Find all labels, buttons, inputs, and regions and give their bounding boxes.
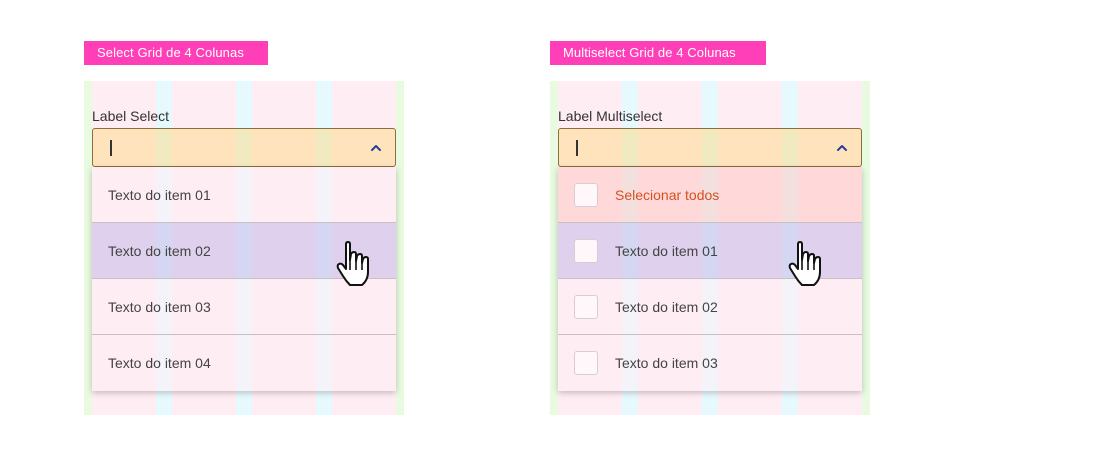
chevron-up-icon[interactable] [369, 141, 383, 155]
checkbox-icon[interactable] [574, 295, 598, 319]
checkbox-icon[interactable] [574, 239, 598, 263]
hand-pointer-icon [336, 241, 369, 286]
chevron-up-icon[interactable] [835, 141, 849, 155]
option-label: Texto do item 01 [615, 243, 718, 259]
select-all-label: Selecionar todos [615, 187, 720, 203]
checkbox-icon[interactable] [574, 183, 598, 207]
text-caret [110, 140, 112, 156]
checkbox-icon[interactable] [574, 351, 598, 375]
option-label: Texto do item 02 [108, 243, 211, 259]
select-option[interactable]: Texto do item 04 [92, 335, 396, 391]
option-label: Texto do item 03 [615, 355, 718, 371]
text-caret [576, 140, 578, 156]
multiselect-field[interactable] [558, 128, 862, 167]
hand-pointer-icon [788, 241, 821, 286]
multiselect-demo-tag: Multiselect Grid de 4 Colunas [550, 41, 766, 65]
select-option[interactable]: Texto do item 01 [92, 167, 396, 223]
select-all-option[interactable]: Selecionar todos [558, 167, 862, 223]
select-demo-tag: Select Grid de 4 Colunas [84, 41, 268, 65]
select-label: Label Select [92, 108, 170, 124]
option-label: Texto do item 01 [108, 187, 211, 203]
multiselect-option[interactable]: Texto do item 03 [558, 335, 862, 391]
select-field[interactable] [92, 128, 396, 167]
multiselect-label: Label Multiselect [558, 108, 663, 124]
option-label: Texto do item 03 [108, 299, 211, 315]
option-label: Texto do item 02 [615, 299, 718, 315]
option-label: Texto do item 04 [108, 355, 211, 371]
